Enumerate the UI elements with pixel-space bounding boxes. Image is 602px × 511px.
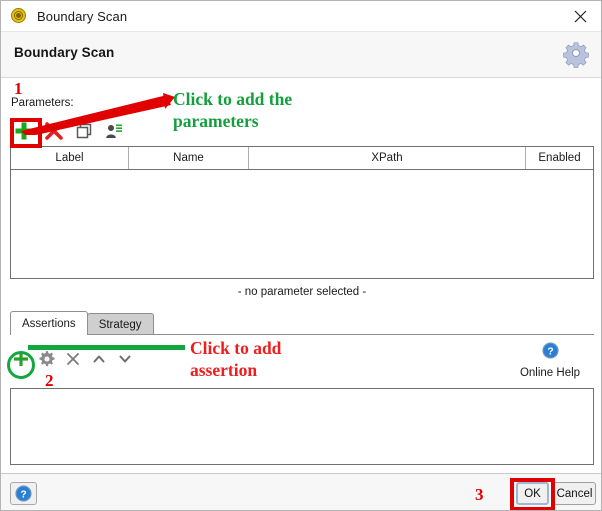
dialog-header: Boundary Scan xyxy=(1,32,601,78)
no-parameter-selected-text: - no parameter selected - xyxy=(237,286,367,298)
tab-bar-divider xyxy=(10,334,594,335)
boundary-scan-badge-icon xyxy=(11,7,28,25)
svg-text:?: ? xyxy=(20,489,26,500)
move-assertion-down-button[interactable] xyxy=(113,347,137,371)
boundary-scan-dialog: Boundary Scan Boundary Scan Parameters: xyxy=(0,0,602,511)
parameters-toolbar xyxy=(11,118,127,144)
tab-strategy[interactable]: Strategy xyxy=(86,313,154,335)
import-parameter-button[interactable] xyxy=(101,118,127,144)
configure-assertion-button[interactable] xyxy=(35,347,59,371)
parameters-table-body[interactable] xyxy=(11,170,593,278)
parameters-table-header: Label Name XPath Enabled xyxy=(11,147,593,170)
cancel-button[interactable]: Cancel xyxy=(553,482,596,505)
online-help-label: Online Help xyxy=(519,367,581,379)
svg-text:?: ? xyxy=(547,346,553,357)
parameters-table: Label Name XPath Enabled xyxy=(10,146,594,279)
remove-assertion-button[interactable] xyxy=(61,347,85,371)
column-header-enabled[interactable]: Enabled xyxy=(526,147,593,169)
copy-parameter-button[interactable] xyxy=(71,118,97,144)
title-bar: Boundary Scan xyxy=(1,1,601,32)
move-assertion-up-button[interactable] xyxy=(87,347,111,371)
dialog-footer: ? OK Cancel xyxy=(1,473,601,510)
online-help-button[interactable]: ? Online Help xyxy=(507,342,593,379)
window-title: Boundary Scan xyxy=(37,8,128,24)
tab-assertions[interactable]: Assertions xyxy=(10,311,88,335)
column-header-xpath[interactable]: XPath xyxy=(249,147,526,169)
help-button[interactable]: ? xyxy=(10,482,37,505)
column-header-name[interactable]: Name xyxy=(129,147,249,169)
help-question-icon: ? xyxy=(15,485,32,502)
dialog-body: Parameters: Label Name XPath Enabled - n… xyxy=(1,78,601,473)
parameters-label: Parameters: xyxy=(11,97,74,109)
gear-icon[interactable] xyxy=(561,40,591,70)
help-question-icon: ? xyxy=(541,342,559,359)
page-title: Boundary Scan xyxy=(14,45,115,60)
assertions-toolbar xyxy=(9,346,137,372)
tab-bar: Assertions Strategy xyxy=(10,311,154,335)
column-header-label[interactable]: Label xyxy=(11,147,129,169)
add-parameter-button[interactable] xyxy=(11,118,37,144)
close-icon[interactable] xyxy=(557,1,601,31)
ok-button[interactable]: OK xyxy=(516,482,549,505)
add-assertion-button[interactable] xyxy=(9,347,33,371)
assertions-list[interactable] xyxy=(10,388,594,465)
delete-parameter-button[interactable] xyxy=(41,118,67,144)
